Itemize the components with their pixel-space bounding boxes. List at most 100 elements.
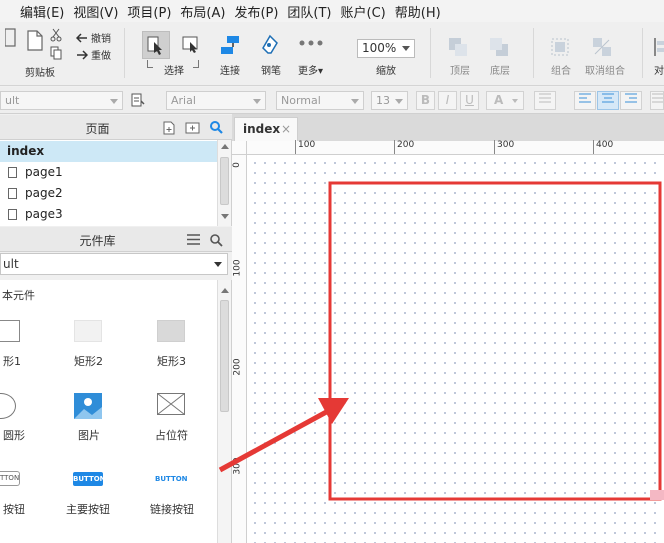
design-canvas[interactable]	[247, 155, 664, 543]
tab-index[interactable]: index ×	[234, 117, 298, 141]
menu-help[interactable]: 帮助(H)	[390, 2, 445, 21]
search-icon[interactable]	[209, 233, 223, 250]
clipboard-label: 剪贴板	[25, 68, 55, 79]
select-label: 选择	[164, 66, 184, 77]
cut-button[interactable]	[48, 28, 64, 42]
chevron-down-icon	[512, 99, 518, 103]
widget-rectangle1[interactable]	[0, 320, 20, 342]
widget-link-button[interactable]: BUTTON	[155, 472, 188, 486]
close-icon[interactable]: ×	[281, 118, 291, 140]
paste-button[interactable]	[0, 26, 22, 66]
zoom-label: 缩放	[376, 66, 396, 77]
send-to-back-button[interactable]	[487, 36, 511, 60]
menu-project[interactable]: 项目(P)	[122, 2, 175, 21]
align-right-button[interactable]	[620, 91, 642, 110]
widget-rectangle3[interactable]	[157, 320, 185, 342]
widget-image[interactable]	[74, 393, 102, 419]
page-item-page2[interactable]: page2	[0, 183, 217, 204]
widget-label: 圆形	[3, 429, 25, 442]
toolbar-separator	[642, 28, 643, 78]
widget-primary-button[interactable]: BUTTON	[73, 472, 106, 486]
toolbar-separator	[124, 28, 125, 78]
ruler-tick-label: 100	[232, 259, 243, 277]
menu-icon[interactable]	[187, 234, 200, 248]
duplicate-icon	[50, 46, 62, 60]
align-icon	[654, 38, 664, 56]
add-folder-icon[interactable]	[185, 121, 200, 138]
underline-button[interactable]: U	[460, 91, 479, 110]
pen-label: 钢笔	[261, 66, 281, 77]
copy-small-button[interactable]	[48, 46, 64, 60]
bring-to-front-button[interactable]	[446, 36, 470, 60]
pen-tool-button[interactable]	[258, 34, 282, 60]
pages-scroll-thumb[interactable]	[220, 157, 229, 205]
widget-section-title: 本元件	[2, 289, 35, 302]
justify-icon	[652, 93, 663, 103]
page-item-page1[interactable]: page1	[0, 162, 217, 183]
library-select[interactable]: ult	[0, 253, 228, 275]
align-button[interactable]	[652, 36, 664, 60]
menu-layout[interactable]: 布局(A)	[175, 2, 229, 21]
bullet-list-button[interactable]	[534, 91, 556, 110]
library-pane-title: 元件库	[79, 234, 116, 248]
pen-icon	[262, 34, 278, 54]
chevron-down-icon	[214, 262, 222, 267]
pages-list: index page1 page2 page3	[0, 140, 232, 226]
font-family-select[interactable]: Arial	[166, 91, 266, 110]
toolbar-separator	[533, 28, 534, 78]
more-tools-button[interactable]	[297, 36, 325, 50]
connect-tool-button[interactable]	[219, 34, 243, 60]
add-page-icon[interactable]	[162, 121, 176, 138]
align-left-icon	[579, 93, 591, 103]
widget-label: 链接按钮	[150, 503, 194, 516]
ruler-tick-label: 400	[593, 140, 613, 154]
copy-button[interactable]	[24, 28, 46, 58]
select-tool-button[interactable]	[142, 31, 170, 59]
font-color-button[interactable]: A	[486, 91, 524, 110]
page-item-page3[interactable]: page3	[0, 204, 217, 225]
align-left-button[interactable]	[574, 91, 596, 110]
justify-button[interactable]	[650, 91, 664, 110]
menu-publish[interactable]: 发布(P)	[229, 2, 282, 21]
ruler-tick-label: 0	[231, 162, 242, 168]
widget-rectangle2[interactable]	[74, 320, 102, 342]
page-item-index[interactable]: index	[0, 141, 217, 162]
menu-view[interactable]: 视图(V)	[68, 2, 122, 21]
widget-placeholder[interactable]	[157, 393, 185, 415]
widget-button-text: BUTTON	[73, 475, 106, 483]
menu-team[interactable]: 团队(T)	[282, 2, 335, 21]
select-mode-button[interactable]	[180, 35, 202, 57]
top-label: 顶层	[450, 66, 470, 77]
align-right-icon	[625, 93, 637, 103]
font-weight-select[interactable]: Normal	[276, 91, 364, 110]
font-size-select[interactable]: 13	[371, 91, 408, 110]
page-icon	[8, 167, 17, 178]
scroll-up-icon[interactable]	[221, 288, 229, 293]
search-icon[interactable]	[209, 120, 223, 137]
scroll-up-icon[interactable]	[221, 144, 229, 149]
redo-button[interactable]: 重做	[76, 47, 111, 62]
menu-account[interactable]: 账户(C)	[336, 2, 390, 21]
pages-scrollbar[interactable]	[217, 140, 231, 226]
align-center-button[interactable]	[597, 91, 619, 110]
chevron-down-icon	[253, 99, 261, 104]
layer-top-icon	[449, 38, 467, 56]
ruler-vertical: 0 100 200 300	[232, 155, 247, 543]
undo-button[interactable]: 撤销	[76, 30, 111, 45]
format-painter-button[interactable]	[130, 93, 146, 109]
library-scrollbar[interactable]	[217, 280, 231, 543]
zoom-select[interactable]: 100%	[357, 39, 415, 58]
widget-ellipse[interactable]	[0, 393, 16, 419]
font-weight-value: Normal	[281, 94, 321, 107]
layer-bottom-icon	[490, 38, 508, 56]
menu-edit[interactable]: 编辑(E)	[0, 2, 68, 21]
italic-button[interactable]: I	[438, 91, 457, 110]
scroll-down-icon[interactable]	[221, 214, 229, 219]
ungroup-button[interactable]	[590, 36, 614, 60]
library-scroll-thumb[interactable]	[220, 300, 229, 412]
style-select[interactable]: ult	[0, 91, 123, 110]
group-label: 组合	[551, 66, 571, 77]
bold-button[interactable]: B	[416, 91, 435, 110]
group-button[interactable]	[548, 36, 572, 60]
widget-button[interactable]: TTON	[0, 471, 20, 486]
